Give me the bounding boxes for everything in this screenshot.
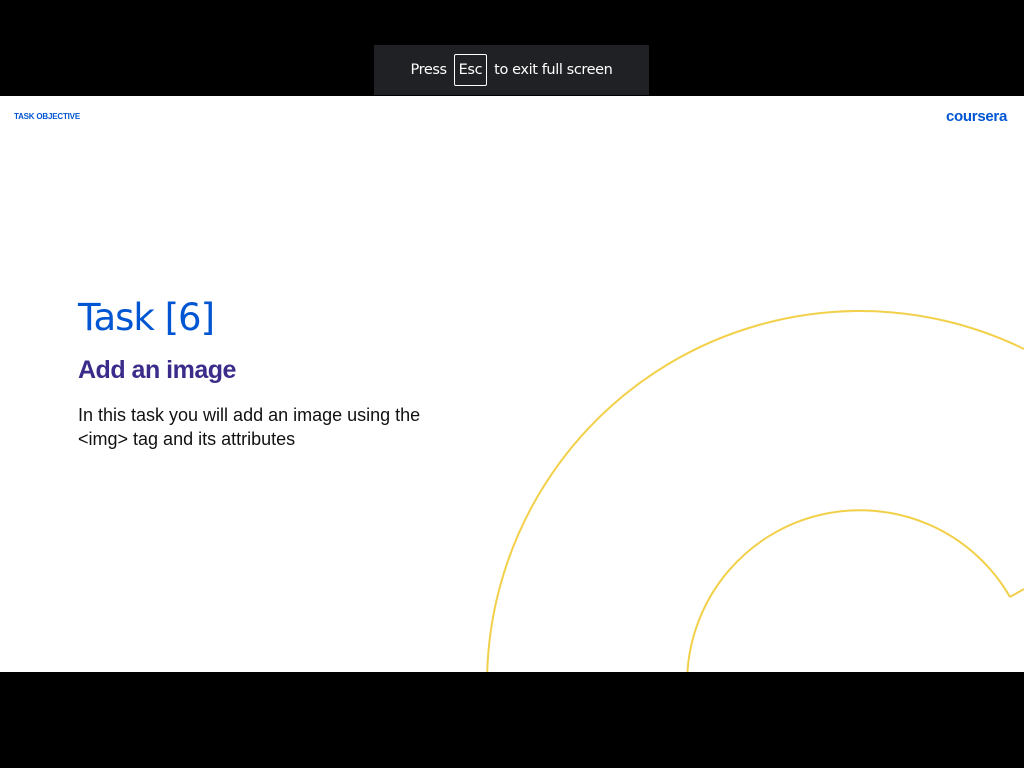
task-subtitle: Add an image — [78, 356, 236, 384]
slide: TASK OBJECTIVE coursera Task [6] Add an … — [0, 96, 1024, 672]
notice-press: Press — [410, 62, 448, 78]
task-description: In this task you will add an image using… — [78, 405, 421, 449]
task-objective-label: TASK OBJECTIVE — [14, 112, 80, 121]
fullscreen-notice: Press Esc to exit full screen — [374, 45, 649, 95]
coursera-logo: coursera — [946, 108, 1007, 125]
notice-text: to exit full screen — [494, 62, 613, 78]
task-title: Task [6] — [78, 296, 215, 339]
esc-key: Esc — [453, 54, 488, 86]
